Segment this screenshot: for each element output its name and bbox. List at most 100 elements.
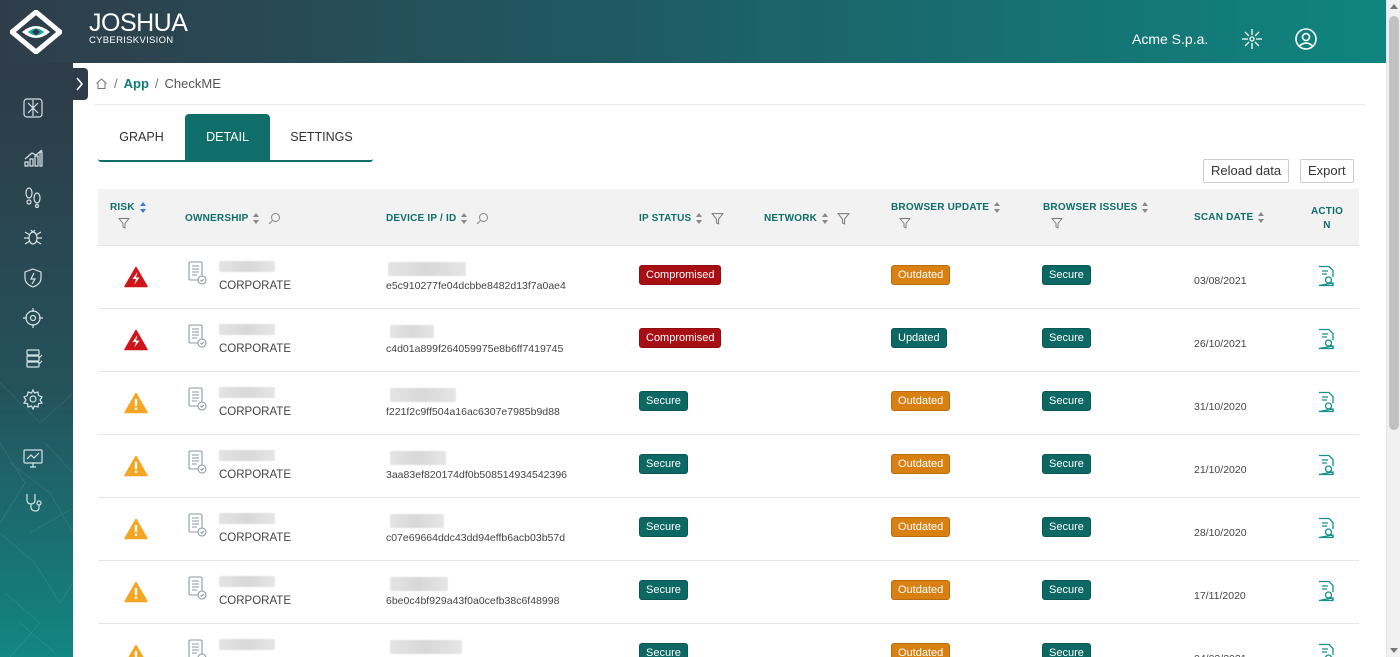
table-row[interactable]: CORPORATE c4d01a899f264059975e8b6ff741974… [98, 309, 1359, 372]
target-icon[interactable] [22, 307, 44, 329]
column-device-label: DEVICE IP / ID [386, 213, 457, 225]
breadcrumb-app-link[interactable]: App [124, 76, 149, 91]
inspect-report-icon[interactable] [1317, 391, 1335, 413]
inspect-report-icon[interactable] [1317, 643, 1335, 657]
sort-icon[interactable] [822, 213, 829, 224]
column-ip-status[interactable]: IP STATUS [639, 212, 725, 225]
redacted-device-ip [390, 451, 446, 465]
company-name[interactable]: Acme S.p.a. [1132, 31, 1208, 47]
browser-issues-badge: Secure [1042, 328, 1091, 348]
column-action-label: ACTIO [1310, 206, 1344, 217]
eye-logo-icon [10, 10, 62, 54]
sort-icon[interactable] [461, 213, 468, 224]
tab-settings[interactable]: SETTINGS [270, 114, 373, 160]
gear-icon[interactable] [22, 388, 44, 410]
table-row[interactable]: CORPORATE c07e69664ddc43dd94effb6acb03b57… [98, 498, 1359, 561]
inspect-report-icon[interactable] [1317, 328, 1335, 350]
sort-icon[interactable] [994, 202, 1001, 213]
search-icon[interactable] [476, 212, 489, 225]
column-browser-update-label: BROWSER UPDATE [891, 202, 990, 214]
column-risk[interactable]: RISK [110, 202, 146, 232]
redacted-device-ip [388, 262, 466, 276]
filter-icon[interactable] [118, 217, 130, 229]
redacted-ownership-name [219, 261, 275, 272]
inspect-report-icon[interactable] [1317, 265, 1335, 287]
footprints-icon[interactable] [22, 186, 44, 208]
bug-icon[interactable] [22, 226, 44, 248]
chart-icon[interactable] [22, 147, 44, 169]
filter-icon[interactable] [1051, 217, 1063, 229]
tab-graph[interactable]: GRAPH [98, 114, 185, 160]
browser-issues-badge: Secure [1042, 391, 1091, 411]
sort-icon[interactable] [696, 213, 703, 224]
table-row[interactable]: CORPORATE 3aa83ef820174df0b50851493454239… [98, 435, 1359, 498]
sort-icon[interactable] [1258, 212, 1265, 223]
scrollbar-thumb[interactable] [1389, 16, 1399, 430]
redacted-device-ip [390, 388, 456, 402]
ownership-value: CORPORATE [219, 469, 291, 481]
column-browser-issues[interactable]: BROWSER ISSUES [1043, 202, 1149, 232]
inspect-report-icon[interactable] [1317, 517, 1335, 539]
sort-icon[interactable] [1142, 202, 1149, 213]
scroll-up-arrow-icon[interactable] [1390, 4, 1398, 9]
scan-date: 17/11/2020 [1194, 590, 1246, 602]
ownership-value: CORPORATE [219, 595, 291, 607]
export-button[interactable]: Export [1300, 159, 1354, 183]
brand-logo: JOSHUA CYBERISKVISION [89, 11, 188, 47]
redacted-ownership-name [219, 513, 275, 524]
vertical-scrollbar[interactable] [1386, 0, 1400, 657]
table-row[interactable]: Secure Outdated Secure 04/03/2021 [98, 624, 1359, 657]
network-icon[interactable] [1240, 27, 1264, 51]
column-browser-update[interactable]: BROWSER UPDATE [891, 202, 1001, 232]
ownership-value: CORPORATE [219, 406, 291, 418]
medium-risk-warning-icon [124, 455, 148, 477]
column-scan-date[interactable]: SCAN DATE [1194, 212, 1265, 223]
sort-icon[interactable] [139, 202, 146, 213]
column-ownership[interactable]: OWNERSHIP [185, 212, 281, 225]
medium-risk-warning-icon [128, 644, 144, 657]
column-network[interactable]: NETWORK [764, 212, 850, 225]
servers-icon[interactable] [22, 347, 44, 369]
redacted-device-ip [390, 577, 448, 591]
device-id: 6be0c4bf929a43f0a0cefb38c6f48998 [386, 595, 560, 607]
column-device-ip-id[interactable]: DEVICE IP / ID [386, 212, 489, 225]
tab-detail[interactable]: DETAIL [185, 114, 270, 160]
search-icon[interactable] [268, 212, 281, 225]
table-row[interactable]: CORPORATE e5c910277fe04dcbbe8482d13f7a0ae… [98, 246, 1359, 309]
redacted-ownership-name [219, 450, 275, 461]
browser-update-badge: Outdated [891, 454, 951, 474]
reload-data-button[interactable]: Reload data [1203, 159, 1290, 183]
filter-icon[interactable] [837, 212, 850, 225]
tab-bar: GRAPH DETAIL SETTINGS [98, 114, 373, 162]
stethoscope-icon[interactable] [22, 491, 44, 513]
filter-icon[interactable] [899, 217, 911, 229]
sidebar-toggle-button[interactable] [72, 68, 88, 100]
redacted-device-ip [390, 514, 444, 528]
scroll-down-arrow-icon[interactable] [1390, 648, 1398, 653]
browser-update-badge: Updated [891, 328, 947, 348]
column-browser-issues-label: BROWSER ISSUES [1043, 202, 1138, 214]
sort-icon[interactable] [253, 213, 260, 224]
filter-icon-wrapper [118, 217, 146, 232]
column-risk-label: RISK [110, 202, 135, 214]
monitor-icon[interactable] [22, 447, 44, 469]
table-row[interactable]: CORPORATE f221f2c9ff504a16ac6307e7985b9d8… [98, 372, 1359, 435]
inspect-report-icon[interactable] [1317, 580, 1335, 602]
chevron-right-icon [76, 77, 84, 91]
ip-status-badge: Secure [639, 454, 688, 474]
table-row[interactable]: CORPORATE 6be0c4bf929a43f0a0cefb38c6f4899… [98, 561, 1359, 624]
ip-status-badge: Compromised [639, 328, 722, 348]
column-action-label-wrap: N [1323, 220, 1331, 231]
ip-status-badge: Secure [639, 580, 688, 600]
home-icon[interactable] [95, 77, 108, 90]
user-profile-icon[interactable] [1294, 27, 1318, 51]
device-document-icon [188, 450, 207, 474]
breadcrumb: / App / CheckME [95, 76, 221, 91]
breadcrumb-current-page: CheckME [164, 76, 221, 91]
scan-date: 28/10/2020 [1194, 527, 1247, 539]
brain-icon[interactable] [22, 97, 44, 119]
filter-icon[interactable] [711, 212, 725, 225]
inspect-report-icon[interactable] [1317, 454, 1335, 476]
device-document-icon [188, 261, 207, 285]
shield-icon[interactable] [22, 267, 44, 289]
